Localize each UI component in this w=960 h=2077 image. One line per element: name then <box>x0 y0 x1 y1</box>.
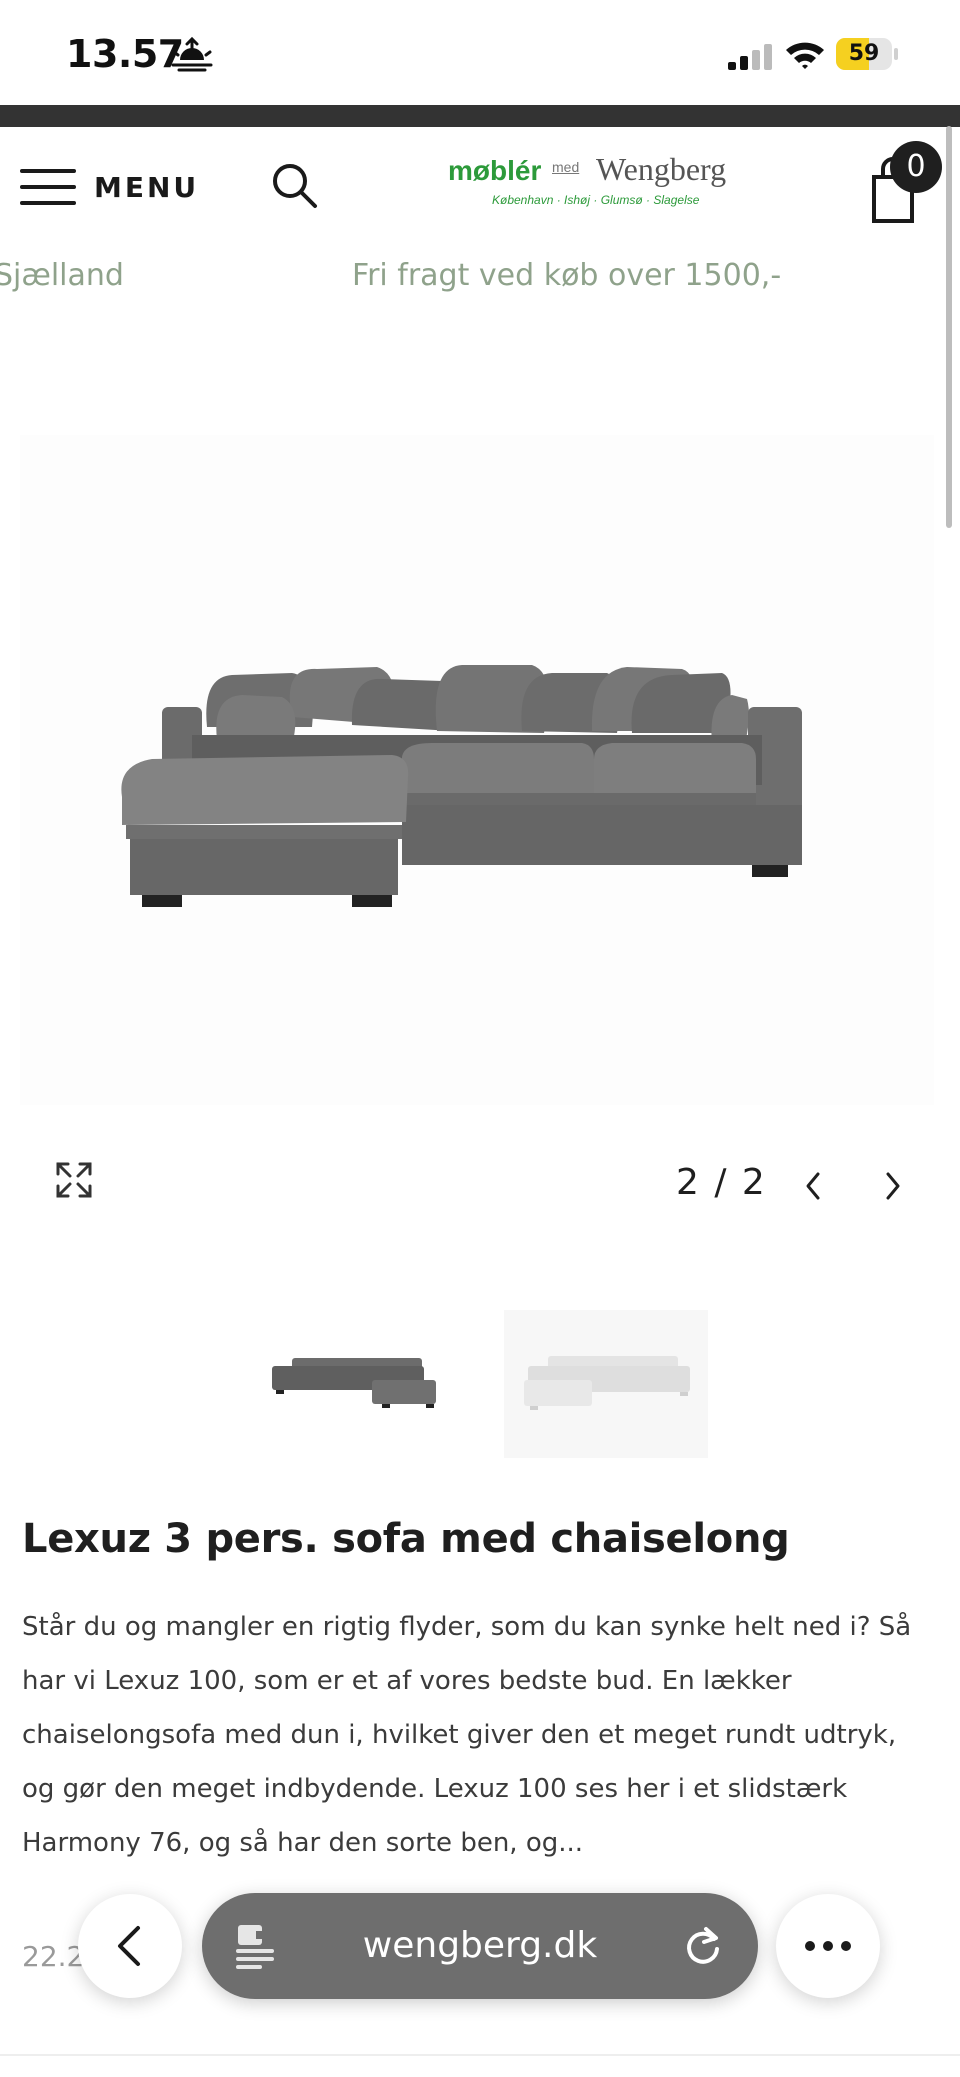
wifi-icon <box>786 42 824 69</box>
menu-button[interactable]: MENU <box>20 165 199 209</box>
product-description: Står du og mangler en rigtig flyder, som… <box>22 1600 942 1870</box>
sunset-icon <box>171 36 213 72</box>
marquee-text-right: Fri fragt ved køb over 1500,- <box>352 258 782 293</box>
status-bar: 13.57 59 <box>0 0 960 105</box>
menu-label: MENU <box>94 170 200 204</box>
browser-back-button[interactable] <box>78 1894 182 1998</box>
battery-icon: 59 <box>836 38 900 70</box>
description-line: Harmony 76, og så har den sorte ben, og.… <box>22 1828 584 1858</box>
reload-icon[interactable] <box>682 1925 724 1967</box>
product-image[interactable] <box>20 435 934 1105</box>
ellipsis-icon <box>805 1941 851 1951</box>
announcement-marquee: Sjælland Fri fragt ved køb over 1500,- <box>0 258 960 302</box>
image-counter: 2 / 2 <box>676 1162 767 1203</box>
description-line: chaiselongsofa med dun i, hvilket giver … <box>22 1720 897 1750</box>
site-logo[interactable]: møblér med Wengberg København · Ishøj · … <box>448 151 748 211</box>
url-text: wengberg.dk <box>362 1925 598 1966</box>
fullscreen-expand-icon[interactable] <box>54 1160 94 1200</box>
thumbnail-white-sofa[interactable] <box>504 1310 708 1458</box>
description-line: og gør den meget indbydende. Lexuz 100 s… <box>22 1774 848 1804</box>
signal-icon <box>728 44 772 70</box>
bottom-divider <box>0 2054 960 2056</box>
site-header: MENU møblér med Wengberg København · Ish… <box>0 127 960 242</box>
logo-brand: Wengberg <box>596 151 727 187</box>
chevron-left-icon <box>118 1926 140 1966</box>
description-line: Står du og mangler en rigtig flyder, som… <box>22 1612 912 1642</box>
status-time: 13.57 <box>66 32 184 76</box>
chevron-left-icon[interactable] <box>800 1168 824 1204</box>
white-sofa-thumbnail <box>524 1356 690 1410</box>
description-line: har vi Lexuz 100, som er et af vores bed… <box>22 1666 792 1696</box>
search-icon[interactable] <box>270 161 320 211</box>
more-options-button[interactable] <box>776 1894 880 1998</box>
marquee-text-left: Sjælland <box>0 258 124 293</box>
logo-main: møblér <box>448 155 542 186</box>
logo-cities: København · Ishøj · Glumsø · Slagelse <box>492 193 700 207</box>
top-divider-bar <box>0 105 960 127</box>
chevron-right-icon[interactable] <box>882 1168 906 1204</box>
grey-corner-sofa-image <box>121 665 802 907</box>
page-scrollbar[interactable] <box>946 126 952 528</box>
address-bar[interactable]: wengberg.dk <box>202 1893 758 1999</box>
thumbnail-grey-sofa[interactable] <box>252 1310 456 1458</box>
grey-sofa-thumbnail <box>272 1358 436 1408</box>
hamburger-icon <box>20 167 76 207</box>
cart-count-badge: 0 <box>890 141 942 193</box>
product-price: 22.2 <box>22 1940 85 1973</box>
product-title: Lexuz 3 pers. sofa med chaiselong <box>22 1516 790 1562</box>
battery-percent: 59 <box>848 41 880 66</box>
logo-med: med <box>552 159 580 175</box>
